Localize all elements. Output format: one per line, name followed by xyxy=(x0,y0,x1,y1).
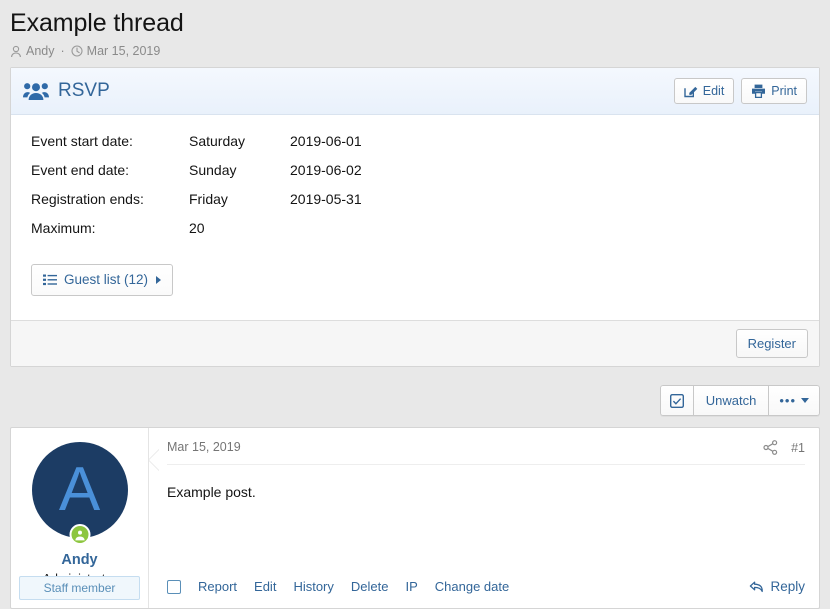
list-icon xyxy=(43,274,57,286)
user-icon xyxy=(10,45,22,58)
delete-link[interactable]: Delete xyxy=(351,579,389,594)
unwatch-button[interactable]: Unwatch xyxy=(693,385,770,416)
clock-icon xyxy=(71,45,83,57)
rsvp-header-buttons: Edit Print xyxy=(673,78,807,104)
reply-button[interactable]: Reply xyxy=(749,579,805,594)
detail-label: Registration ends: xyxy=(31,191,144,207)
share-icon[interactable] xyxy=(763,440,778,455)
detail-label: Maximum: xyxy=(31,220,96,236)
chevron-right-icon xyxy=(156,276,162,284)
guest-list-wrap: Guest list (12) xyxy=(31,255,799,310)
online-status-icon xyxy=(69,524,90,545)
detail-date xyxy=(290,220,362,249)
detail-date: 2019-05-31 xyxy=(290,191,362,207)
edit-pencil-icon xyxy=(684,84,698,98)
rsvp-block-footer: Register xyxy=(11,320,819,366)
rsvp-title: RSVP xyxy=(58,80,110,101)
thread-date[interactable]: Mar 15, 2019 xyxy=(87,44,161,58)
table-row: Maximum: 20 xyxy=(31,220,362,249)
guest-list-label: Guest list (12) xyxy=(64,272,149,287)
chevron-down-icon xyxy=(801,398,809,403)
post-select-checkbox[interactable] xyxy=(167,579,181,594)
edit-link[interactable]: Edit xyxy=(254,579,276,594)
more-options-button[interactable]: ••• xyxy=(769,385,820,416)
post-header: Mar 15, 2019 #1 xyxy=(167,440,805,465)
ellipsis-icon: ••• xyxy=(779,392,796,408)
register-button[interactable]: Register xyxy=(735,329,808,358)
post-author-column: A Andy Administrator Staff member xyxy=(11,428,149,608)
printer-icon xyxy=(751,84,766,98)
reply-arrow-icon xyxy=(749,580,764,594)
post-number[interactable]: #1 xyxy=(791,441,805,455)
users-icon xyxy=(23,81,49,101)
detail-day: Friday xyxy=(189,191,228,207)
watch-button-group: Unwatch ••• xyxy=(659,385,820,416)
thread-toolbar: Unwatch ••• xyxy=(0,367,830,427)
print-button-label: Print xyxy=(771,84,797,98)
rsvp-block-header: RSVP Edit Print xyxy=(11,68,819,115)
change-date-link[interactable]: Change date xyxy=(435,579,509,594)
detail-day: 20 xyxy=(189,220,205,236)
page-title: Example thread xyxy=(10,9,184,37)
detail-date: 2019-06-02 xyxy=(290,162,362,178)
avatar-wrap[interactable]: A xyxy=(31,442,128,545)
bubble-notch-fill xyxy=(149,449,160,471)
event-details-table: Event start date: Saturday 2019-06-01 Ev… xyxy=(31,133,362,249)
detail-date: 2019-06-01 xyxy=(290,133,362,149)
thread-byline: Andy · Mar 15, 2019 xyxy=(10,44,820,58)
detail-label: Event start date: xyxy=(31,133,133,149)
post-message: Example post. xyxy=(167,484,256,500)
post-header-right: #1 xyxy=(763,440,805,455)
post-content-column: Mar 15, 2019 #1 Example post. Report Edi… xyxy=(148,428,819,608)
post-footer: Report Edit History Delete IP Change dat… xyxy=(167,571,805,608)
edit-button-label: Edit xyxy=(702,84,725,98)
ip-link[interactable]: IP xyxy=(405,579,417,594)
reply-label: Reply xyxy=(770,579,805,594)
post-actions: Report Edit History Delete IP Change dat… xyxy=(167,579,509,594)
print-button[interactable]: Print xyxy=(741,78,807,104)
checkbox-checked-icon xyxy=(669,393,684,408)
byline-separator: · xyxy=(60,44,65,58)
rsvp-block: RSVP Edit Print Event start date: Saturd… xyxy=(10,67,820,367)
table-row: Event end date: Sunday 2019-06-02 xyxy=(31,162,362,191)
detail-day: Sunday xyxy=(189,162,237,178)
detail-label: Event end date: xyxy=(31,162,130,178)
staff-member-badge: Staff member xyxy=(19,576,140,600)
post-author-name[interactable]: Andy xyxy=(61,552,97,569)
history-link[interactable]: History xyxy=(293,579,333,594)
page-header: Example thread Andy · Mar 15, 2019 xyxy=(0,0,830,58)
rsvp-header-left: RSVP xyxy=(23,80,110,102)
table-row: Registration ends: Friday 2019-05-31 xyxy=(31,191,362,220)
table-row: Event start date: Saturday 2019-06-01 xyxy=(31,133,362,162)
thread-author[interactable]: Andy xyxy=(26,44,55,58)
guest-list-button[interactable]: Guest list (12) xyxy=(31,264,174,296)
post-date[interactable]: Mar 15, 2019 xyxy=(167,440,241,455)
report-link[interactable]: Report xyxy=(198,579,237,594)
watch-checkbox-button[interactable] xyxy=(659,385,694,416)
detail-day: Saturday xyxy=(189,133,246,149)
rsvp-block-body: Event start date: Saturday 2019-06-01 Ev… xyxy=(11,115,819,320)
post-card: A Andy Administrator Staff member Mar 15… xyxy=(10,427,820,609)
edit-button[interactable]: Edit xyxy=(673,78,735,104)
